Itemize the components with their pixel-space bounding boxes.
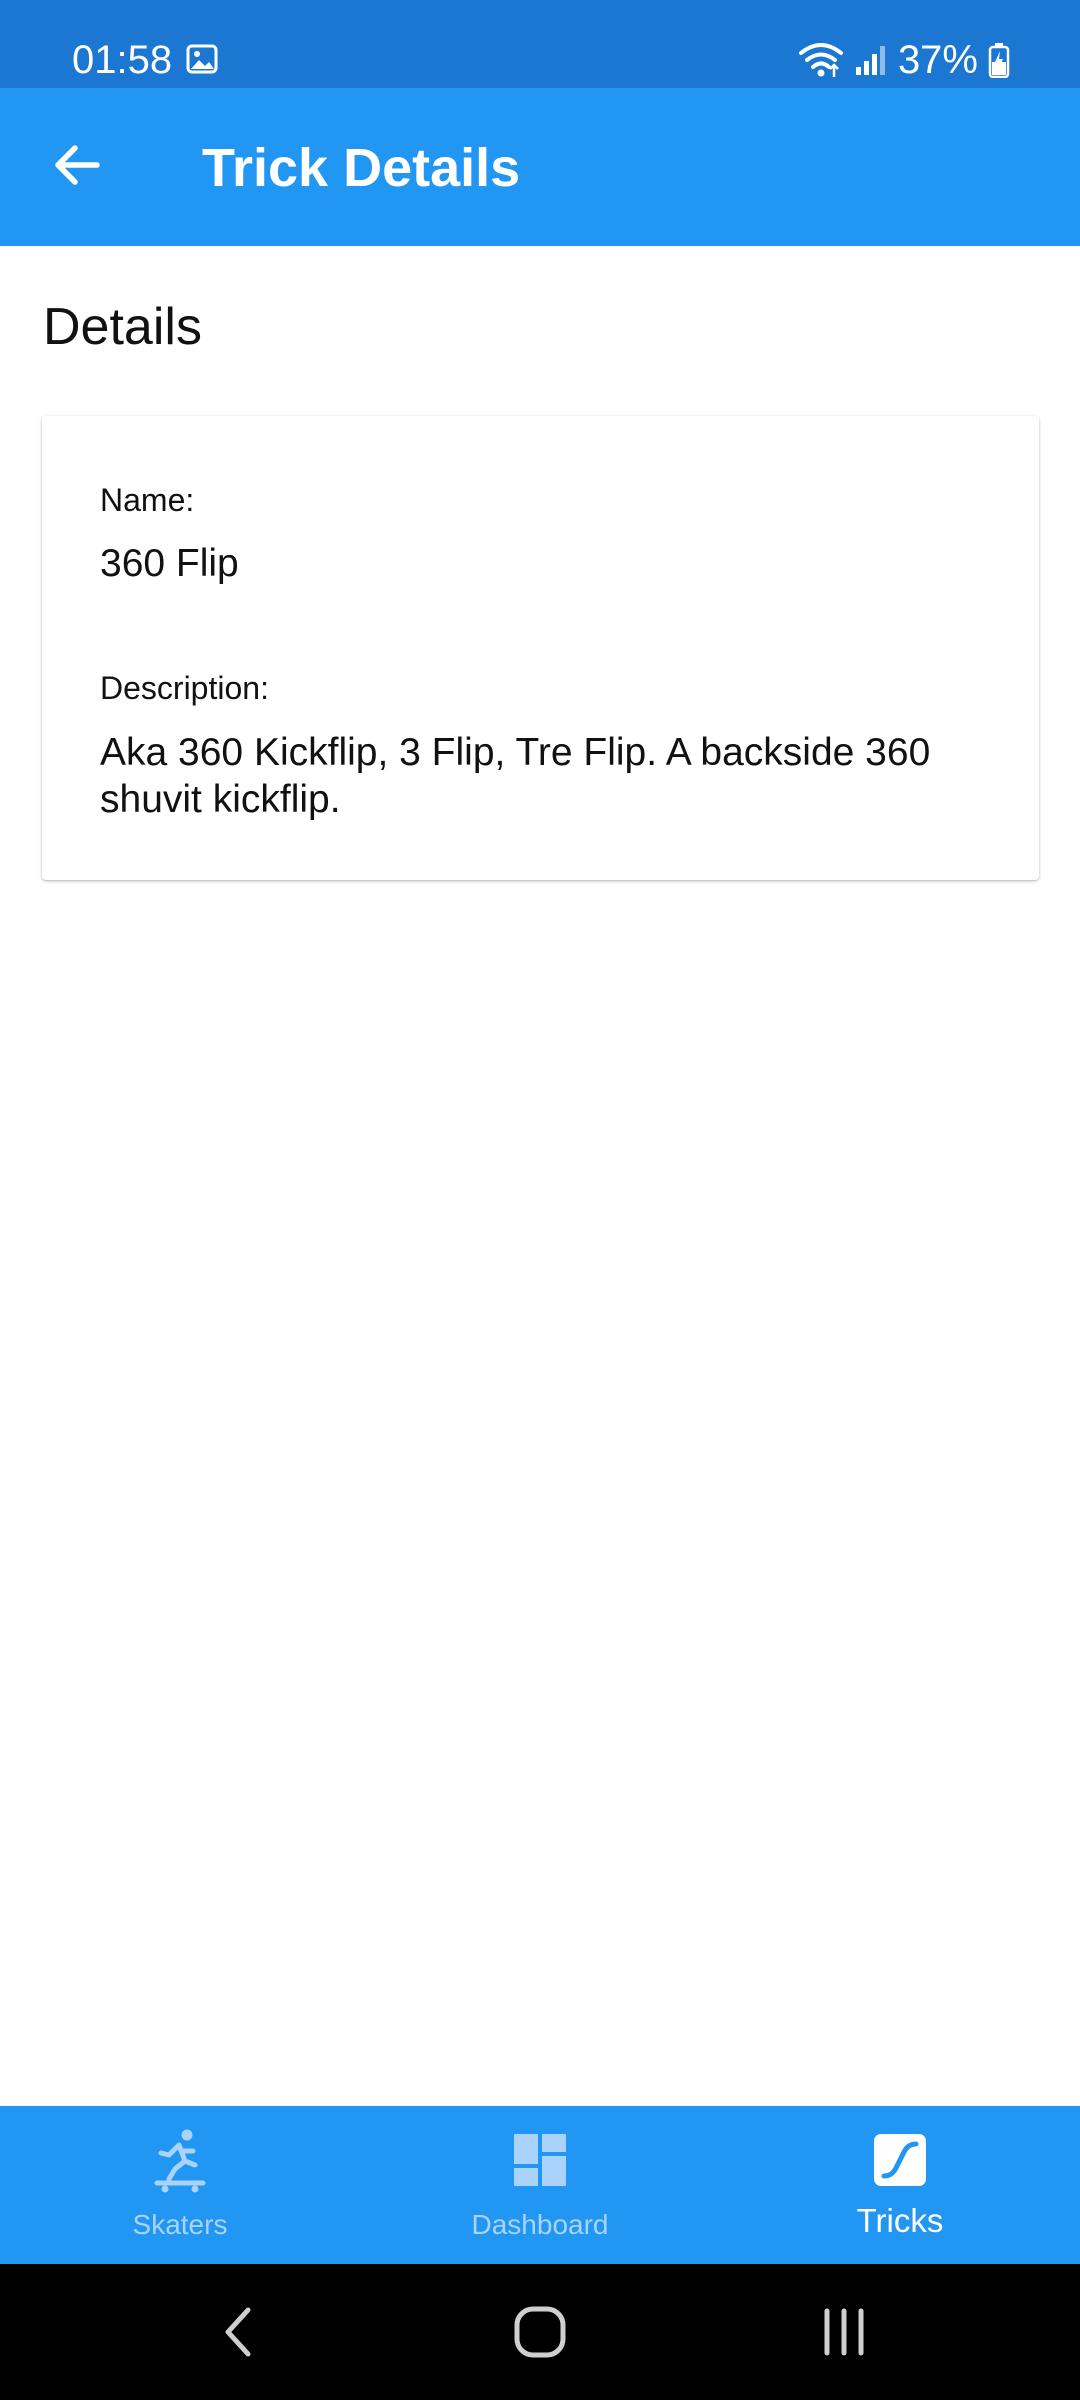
nav-item-tricks[interactable]: Tricks bbox=[720, 2106, 1080, 2264]
status-right-group: 37% bbox=[798, 36, 1010, 84]
skater-icon bbox=[148, 2128, 212, 2193]
description-label: Description: bbox=[100, 670, 269, 706]
name-label: Name: bbox=[100, 482, 195, 518]
wifi-icon bbox=[798, 43, 843, 77]
bottom-navigation: Skaters Dashboard Tricks bbox=[0, 2106, 1080, 2264]
back-button[interactable] bbox=[40, 128, 114, 202]
nav-label-dashboard: Dashboard bbox=[471, 2209, 609, 2240]
signal-icon bbox=[855, 46, 885, 75]
nav-label-skaters: Skaters bbox=[132, 2209, 228, 2240]
system-recents-button[interactable] bbox=[774, 2264, 914, 2400]
page-title: Trick Details bbox=[202, 138, 521, 198]
dashboard-icon bbox=[508, 2128, 572, 2192]
system-back-button[interactable] bbox=[168, 2264, 308, 2400]
name-value: 360 Flip bbox=[100, 542, 239, 585]
arrow-back-icon bbox=[55, 145, 100, 185]
details-card: Name: 360 Flip Description: Aka 360 Kick… bbox=[42, 416, 1039, 880]
home-icon bbox=[514, 2306, 566, 2358]
system-home-button[interactable] bbox=[470, 2264, 610, 2400]
status-time: 01:58 bbox=[72, 38, 173, 82]
nav-item-skaters[interactable]: Skaters bbox=[0, 2106, 360, 2264]
system-navigation-bar bbox=[0, 2264, 1080, 2400]
status-bar: 01:58 37% bbox=[0, 0, 1080, 88]
gallery-icon bbox=[186, 44, 218, 74]
nav-item-dashboard[interactable]: Dashboard bbox=[360, 2106, 720, 2264]
description-value: Aka 360 Kickflip, 3 Flip, Tre Flip. A ba… bbox=[100, 731, 931, 821]
battery-percent: 37% bbox=[897, 38, 978, 82]
section-title: Details bbox=[43, 298, 202, 356]
tricks-icon bbox=[868, 2128, 932, 2192]
app-bar: Trick Details bbox=[0, 88, 1080, 246]
recents-icon bbox=[824, 2308, 864, 2356]
battery-charging-icon bbox=[988, 43, 1010, 78]
chevron-left-icon bbox=[225, 2307, 251, 2357]
nav-label-tricks: Tricks bbox=[856, 2202, 944, 2239]
